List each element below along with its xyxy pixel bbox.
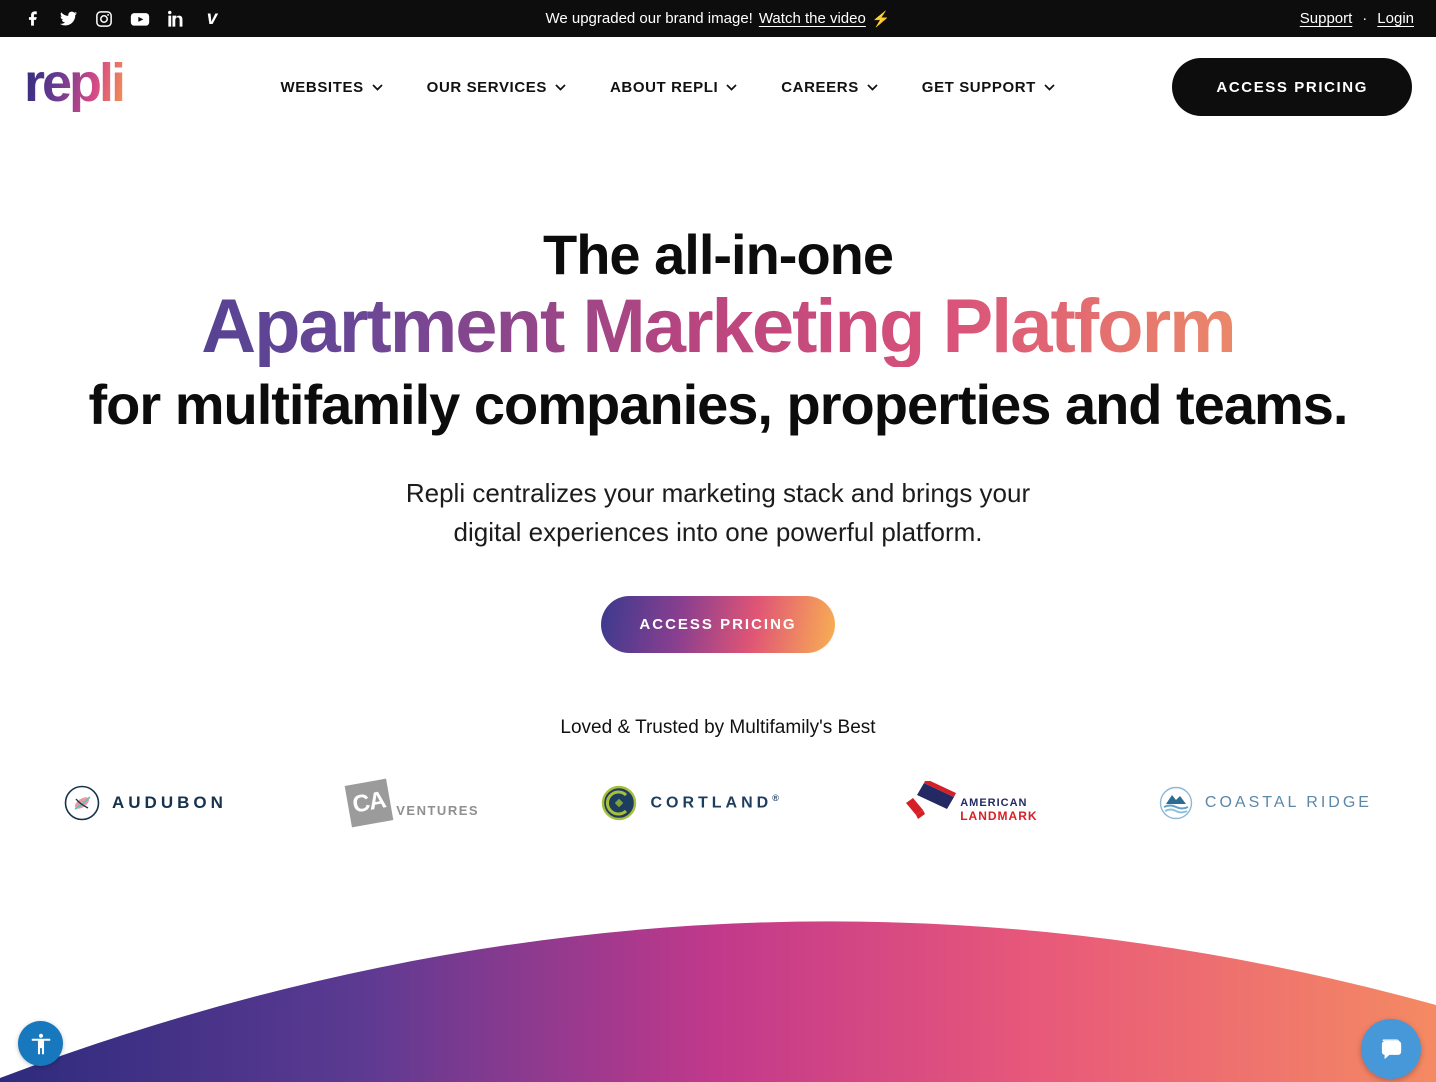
lightning-bolt-icon: ⚡ (871, 10, 891, 28)
cortland-circle-icon (602, 785, 637, 820)
accessibility-widget-button[interactable] (18, 1021, 63, 1066)
coastal-ridge-wordmark: COASTAL RIDGE (1204, 793, 1372, 811)
hero-subtitle-line1: Repli centralizes your marketing stack a… (405, 477, 1031, 508)
hero-subtitle: Repli centralizes your marketing stack a… (0, 474, 1436, 552)
topbar-utility-links: Support · Login (1300, 10, 1414, 27)
hero-subtitle-line2: digital experiences into one powerful pl… (453, 516, 983, 547)
logo-american-landmark: AMERICAN LANDMARK (904, 780, 1038, 825)
audubon-wordmark: AUDUBON (112, 792, 227, 812)
linkedin-icon[interactable] (166, 9, 186, 29)
nav-item-our-services[interactable]: OUR SERVICES (427, 79, 566, 96)
announcement-text: We upgraded our brand image! (545, 10, 753, 27)
chevron-down-icon (867, 83, 878, 91)
main-nav: WEBSITES OUR SERVICES ABOUT REPLI CAREER… (241, 79, 1055, 96)
ca-ventures-wordmark: VENTURES (396, 803, 480, 819)
nav-item-get-support[interactable]: GET SUPPORT (922, 79, 1055, 96)
logo-coastal-ridge: COASTAL RIDGE (1159, 786, 1372, 820)
hero-title-line1: The all-in-one (543, 223, 894, 286)
american-landmark-wordmark: AMERICAN LANDMARK (960, 796, 1038, 823)
repli-logo[interactable]: repli (24, 56, 126, 118)
separator-dot: · (1362, 10, 1368, 27)
nav-item-websites[interactable]: WEBSITES (281, 79, 383, 96)
chevron-down-icon (1044, 83, 1055, 91)
american-landmark-mark (906, 780, 957, 819)
main-header: repli WEBSITES OUR SERVICES ABOUT REPLI … (0, 37, 1436, 137)
watch-video-link[interactable]: Watch the video (759, 10, 866, 27)
nav-item-careers[interactable]: CAREERS (781, 79, 878, 96)
chat-bubble-icon (1381, 1039, 1402, 1060)
trusted-text: Loved & Trusted by Multifamily's Best (560, 716, 876, 738)
support-link[interactable]: Support (1300, 10, 1353, 27)
logo-ca-ventures: CA VENTURES (344, 778, 480, 827)
chevron-down-icon (726, 83, 737, 91)
instagram-icon[interactable] (94, 9, 114, 29)
announcement-bar: v We upgraded our brand image! Watch the… (0, 0, 1436, 37)
nav-item-about-repli[interactable]: ABOUT REPLI (610, 79, 737, 96)
registered-mark: ® (772, 792, 783, 803)
vimeo-icon[interactable]: v (202, 9, 222, 29)
coastal-ridge-mountain-icon (1159, 786, 1193, 819)
logo-cortland: CORTLAND® (600, 784, 782, 822)
announcement: We upgraded our brand image! Watch the v… (545, 10, 890, 28)
facebook-icon[interactable] (22, 9, 42, 29)
hero-title-line3: for multifamily companies, properties an… (88, 373, 1348, 437)
logo-audubon: AUDUBON (64, 785, 227, 821)
login-link[interactable]: Login (1377, 10, 1414, 27)
chat-widget-button[interactable] (1361, 1019, 1421, 1079)
audubon-bird-icon (64, 785, 100, 820)
twitter-icon[interactable] (58, 9, 78, 29)
accessibility-icon (31, 1033, 50, 1054)
access-pricing-button-hero[interactable]: ACCESS PRICING (601, 595, 835, 653)
gradient-wave-decoration (0, 921, 1436, 1082)
client-logos-row: AUDUBON CA VENTURES CORTLAND® AMERICAN L… (0, 778, 1436, 827)
ca-ventures-mark: CA (344, 778, 394, 827)
access-pricing-button-header[interactable]: ACCESS PRICING (1172, 58, 1412, 116)
chevron-down-icon (372, 83, 383, 91)
social-links: v (22, 9, 222, 29)
youtube-icon[interactable] (130, 9, 150, 29)
chevron-down-icon (555, 83, 566, 91)
hero-title-line2: Apartment Marketing Platform (0, 287, 1436, 367)
cortland-wordmark: CORTLAND® (650, 792, 783, 812)
hero-section: The all-in-one Apartment Marketing Platf… (0, 137, 1436, 739)
